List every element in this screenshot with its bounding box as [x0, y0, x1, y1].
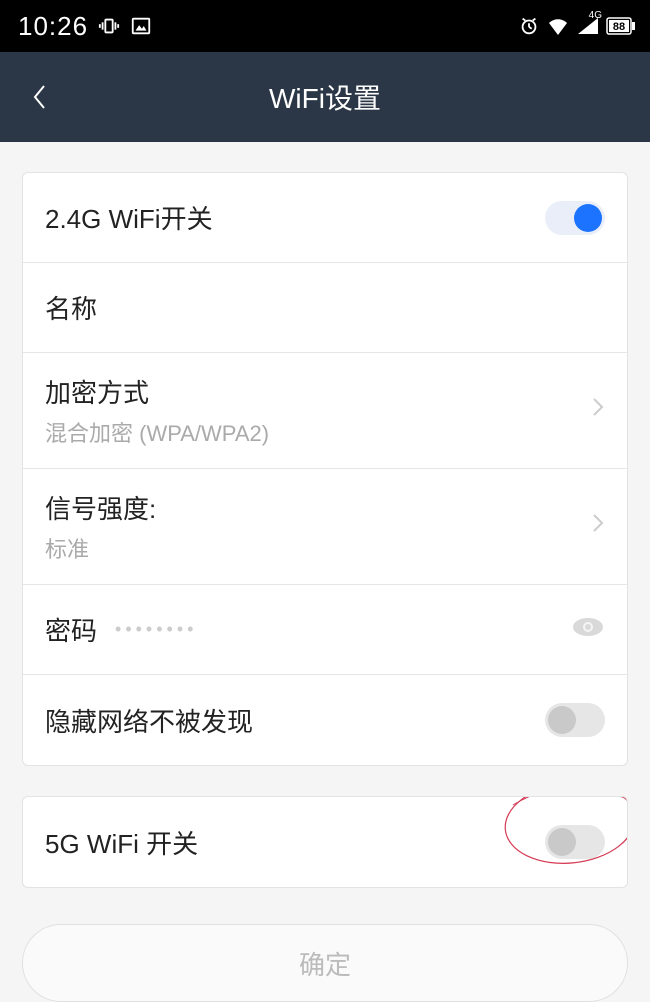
battery-icon: 88	[606, 17, 636, 35]
wifi24-toggle[interactable]	[545, 201, 605, 235]
row-wifi5-switch: 5G WiFi 开关	[23, 797, 627, 887]
signal-value: 标准	[45, 532, 156, 564]
nav-bar: WiFi设置	[0, 52, 650, 142]
row-signal[interactable]: 信号强度: 标准	[23, 469, 627, 585]
image-icon	[130, 15, 152, 37]
encryption-value: 混合加密 (WPA/WPA2)	[45, 416, 269, 448]
page-title: WiFi设置	[269, 77, 381, 117]
eye-icon[interactable]	[571, 615, 605, 644]
row-hide-network: 隐藏网络不被发现	[23, 675, 627, 765]
back-button[interactable]	[20, 77, 60, 117]
hide-label: 隐藏网络不被发现	[45, 702, 253, 739]
row-password[interactable]: 密码 ••••••••	[23, 585, 627, 675]
svg-text:88: 88	[613, 21, 625, 33]
wifi5-card: 5G WiFi 开关	[22, 796, 628, 888]
chevron-right-icon	[591, 395, 605, 426]
network-label: 4G	[589, 10, 602, 21]
hide-toggle[interactable]	[545, 703, 605, 737]
wifi5-label: 5G WiFi 开关	[45, 824, 198, 861]
signal-icon: 4G	[576, 16, 600, 36]
chevron-right-icon	[591, 511, 605, 542]
row-encryption[interactable]: 加密方式 混合加密 (WPA/WPA2)	[23, 353, 627, 469]
status-time: 10:26	[18, 11, 88, 42]
password-mask: ••••••••	[115, 619, 197, 640]
vibrate-icon	[98, 15, 120, 37]
signal-label: 信号强度:	[45, 489, 156, 526]
row-wifi24-switch: 2.4G WiFi开关	[23, 173, 627, 263]
password-label: 密码	[45, 611, 97, 648]
wifi24-card: 2.4G WiFi开关 名称 加密方式 混合加密 (WPA/WPA2) 信号强度…	[22, 172, 628, 766]
wifi24-label: 2.4G WiFi开关	[45, 199, 213, 236]
wifi5-toggle[interactable]	[545, 825, 605, 859]
row-name[interactable]: 名称	[23, 263, 627, 353]
name-label: 名称	[45, 289, 97, 326]
encryption-label: 加密方式	[45, 373, 269, 410]
status-bar: 10:26	[0, 0, 650, 52]
wifi-icon	[546, 16, 570, 36]
alarm-icon	[518, 15, 540, 37]
confirm-button[interactable]: 确定	[22, 924, 628, 1002]
